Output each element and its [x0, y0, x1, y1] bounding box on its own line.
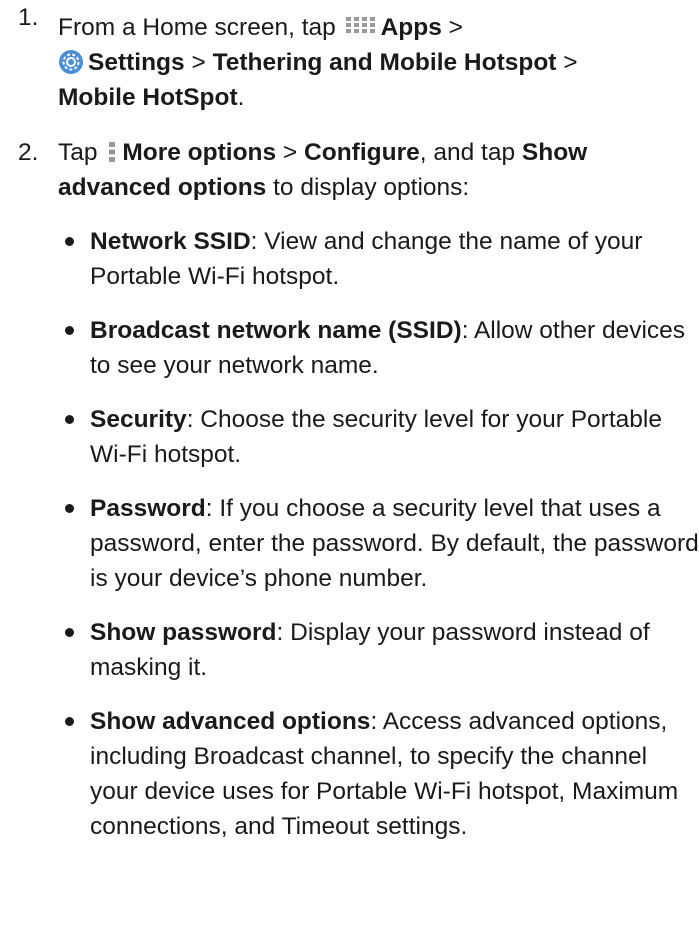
list-item: Show password: Display your password ins… [58, 615, 699, 685]
bullet-icon [65, 237, 74, 246]
period: . [237, 84, 245, 111]
bullet-icon [65, 717, 74, 726]
list-item: Password: If you choose a security level… [58, 491, 699, 596]
options-list: Network SSID: View and change the name o… [0, 224, 699, 844]
option-term: Show advanced options [90, 708, 371, 735]
bullet-icon [65, 504, 74, 513]
separator: > [441, 14, 463, 41]
step-2: 2. Tap More options > Configure, and tap… [0, 135, 699, 205]
step-number: 2. [18, 139, 39, 166]
separator: > [556, 49, 578, 76]
configure-label: Configure [304, 139, 420, 166]
settings-label: Settings [88, 49, 185, 76]
list-item: Broadcast network name (SSID): Allow oth… [58, 313, 699, 383]
step-text: Tap [58, 139, 98, 166]
option-term: Password [90, 495, 206, 522]
list-item: Show advanced options: Access advanced o… [58, 704, 699, 844]
separator: > [184, 49, 213, 76]
bullet-icon [65, 415, 74, 424]
bullet-icon [65, 628, 74, 637]
bullet-icon [65, 326, 74, 335]
step-1: 1. From a Home screen, tap Apps > Settin… [0, 0, 699, 115]
step-text: From a Home screen, tap [58, 14, 336, 41]
more-options-icon [109, 142, 116, 162]
option-term: Broadcast network name (SSID) [90, 317, 462, 344]
option-term: Show password [90, 619, 277, 646]
step-text: , and tap [419, 139, 522, 166]
step-number: 1. [18, 4, 39, 31]
list-item: Network SSID: View and change the name o… [58, 224, 699, 294]
apps-label: Apps [380, 14, 442, 41]
step-text: to display options: [266, 174, 470, 201]
tethering-label: Tethering and Mobile Hotspot [212, 49, 557, 76]
more-options-label: More options [122, 139, 277, 166]
separator: > [276, 139, 305, 166]
gear-icon [59, 50, 83, 74]
list-item: Security: Choose the security level for … [58, 402, 699, 472]
option-term: Security [90, 406, 187, 433]
option-term: Network SSID [90, 228, 251, 255]
hotspot-label: Mobile HotSpot [58, 84, 238, 111]
apps-grid-icon [345, 17, 375, 33]
